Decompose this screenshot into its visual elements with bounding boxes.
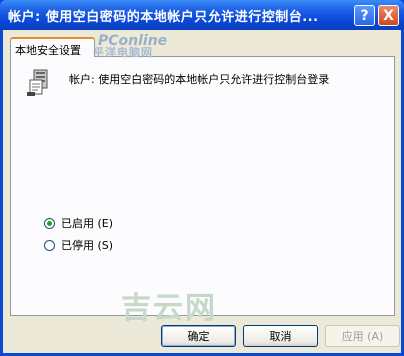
tab-local-security-setting[interactable]: 本地安全设置 [10,37,95,57]
tab-label: 本地安全设置 [15,44,81,57]
watermark-site: 吉云网 [121,291,217,326]
policy-description: 帐户: 使用空白密码的本地帐户只允许进行控制台登录 [69,73,330,86]
dialog-window: 帐户: 使用空白密码的本地帐户只允许进行控制台... ? X PConline … [0,0,404,356]
tab-panel: 帐户: 使用空白密码的本地帐户只允许进行控制台登录 已启用 (E) 已停用 (S… [10,56,395,326]
radio-disabled[interactable] [44,239,55,251]
policy-icon [27,69,48,96]
radio-enabled[interactable] [44,217,55,229]
option-enabled[interactable]: 已启用 (E) [44,215,113,231]
window-title: 帐户: 使用空白密码的本地帐户只允许进行控制台... [8,10,319,25]
apply-button[interactable]: 应用 (A) [325,325,400,347]
ok-button[interactable]: 确定 [161,325,236,347]
close-button[interactable]: X [378,5,399,26]
title-bar[interactable]: 帐户: 使用空白密码的本地帐户只允许进行控制台... ? X [0,0,404,30]
dialog-body: PConline 平洋电脑网 本地安全设置 帐户: 使用空白密码的本地帐户只允许… [3,30,401,353]
option-enabled-label: 已启用 (E) [61,217,114,230]
option-disabled[interactable]: 已停用 (S) [44,237,113,253]
cancel-button[interactable]: 取消 [243,325,318,347]
help-button[interactable]: ? [354,5,375,26]
watermark-pconline-cn: 平洋电脑网 [93,46,153,59]
option-disabled-label: 已停用 (S) [61,239,114,252]
